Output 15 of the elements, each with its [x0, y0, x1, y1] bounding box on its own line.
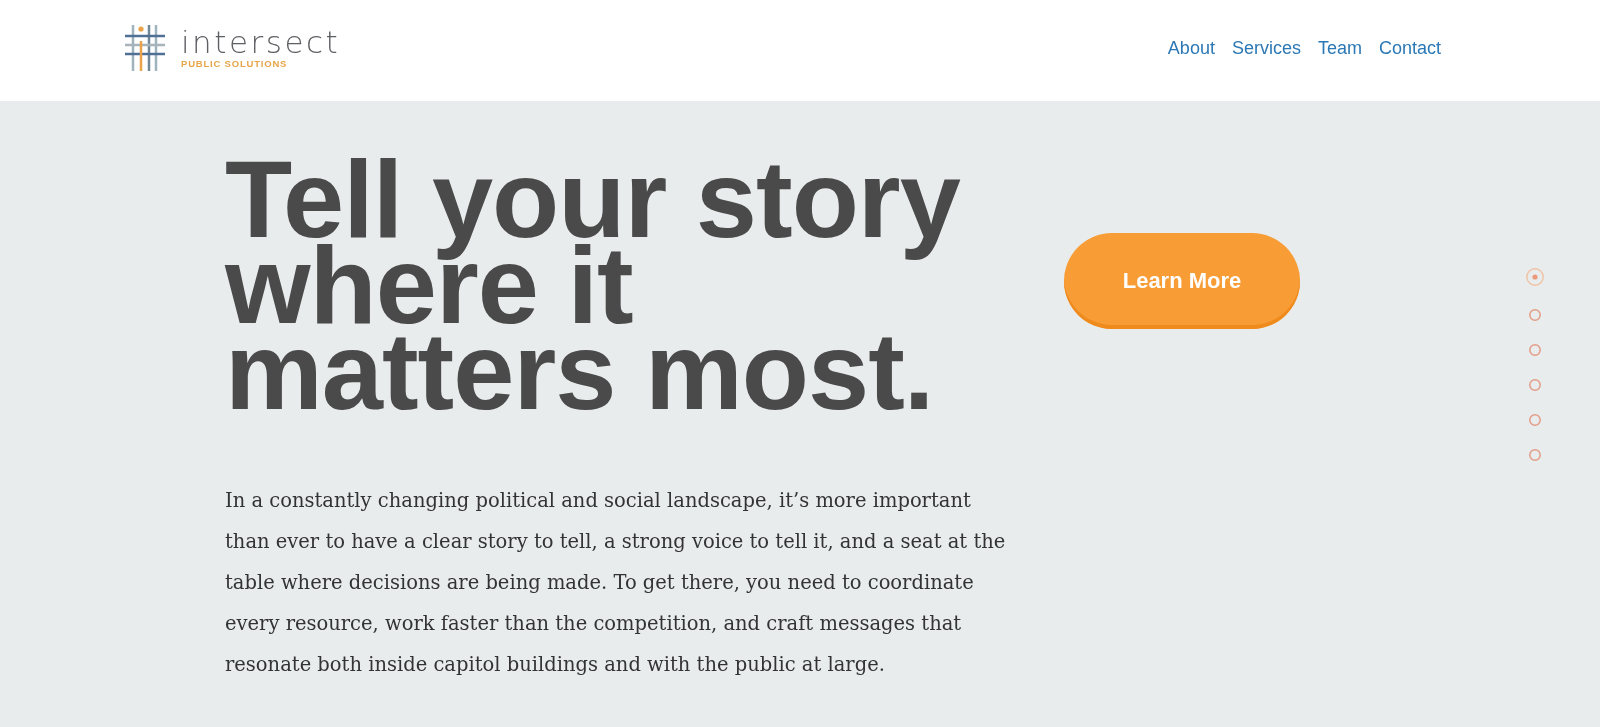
- logo-wordmark[interactable]: intersect: [181, 25, 341, 59]
- slide-dot-icon[interactable]: [1529, 344, 1541, 356]
- slide-dot-icon[interactable]: [1529, 379, 1541, 391]
- slide-dot-icon[interactable]: [1529, 414, 1541, 426]
- slide-dot-icon[interactable]: [1526, 268, 1544, 286]
- slide-dot-icon[interactable]: [1529, 309, 1541, 321]
- nav-link[interactable]: About: [1167, 37, 1215, 59]
- hero-paragraph: In a constantly changing political and social landscape, it’s more important than ever to have a clear story to tell, a strong voice to tell it, and a seat at the table where decisions are being made. To get there, you need to coordinate every resource, work faster than the competition, and craft messages that resonate both inside capitol buildings and with the public at large.: [225, 488, 1007, 678]
- logo-tagline: PUBLIC SOLUTIONS: [181, 58, 289, 70]
- hero-headline: Tell your story where it matters most.: [225, 156, 961, 414]
- slide-dot-icon[interactable]: [1529, 449, 1541, 461]
- nav-link[interactable]: Services: [1231, 37, 1301, 59]
- grid-logo-icon[interactable]: [125, 22, 165, 73]
- nav-link[interactable]: Team: [1317, 37, 1362, 59]
- nav-link[interactable]: Contact: [1378, 37, 1441, 59]
